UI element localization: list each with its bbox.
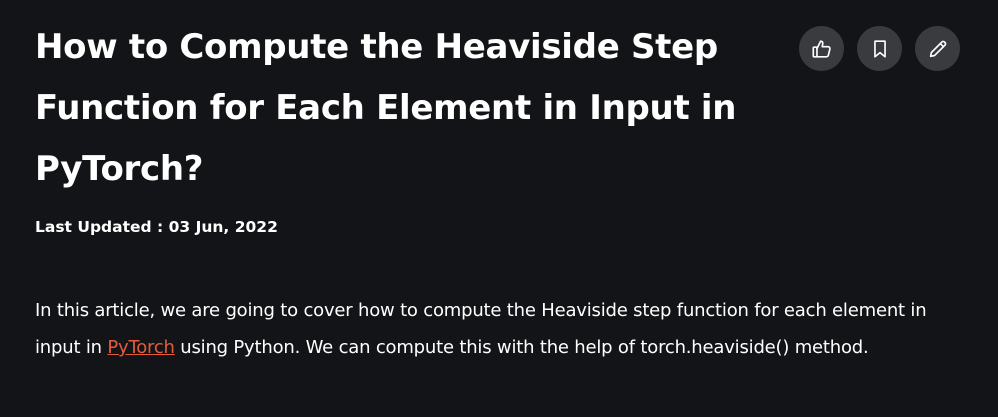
- edit-button[interactable]: [915, 26, 960, 71]
- pytorch-link[interactable]: PyTorch: [107, 337, 175, 358]
- like-button[interactable]: [799, 26, 844, 71]
- bookmark-button[interactable]: [857, 26, 902, 71]
- article-title: How to Compute the Heaviside Step Functi…: [35, 27, 737, 189]
- article-actions: [799, 26, 960, 71]
- article-intro-paragraph: In this article, we are going to cover h…: [35, 292, 935, 366]
- last-updated-label: Last Updated :: [35, 218, 169, 236]
- pencil-icon: [929, 40, 946, 57]
- bookmark-icon: [873, 39, 886, 58]
- last-updated: Last Updated : 03 Jun, 2022: [35, 218, 278, 236]
- thumbs-up-icon: [811, 39, 831, 58]
- paragraph-text-continued: using Python. We can compute this with t…: [174, 337, 869, 358]
- last-updated-date: 03 Jun, 2022: [168, 218, 278, 236]
